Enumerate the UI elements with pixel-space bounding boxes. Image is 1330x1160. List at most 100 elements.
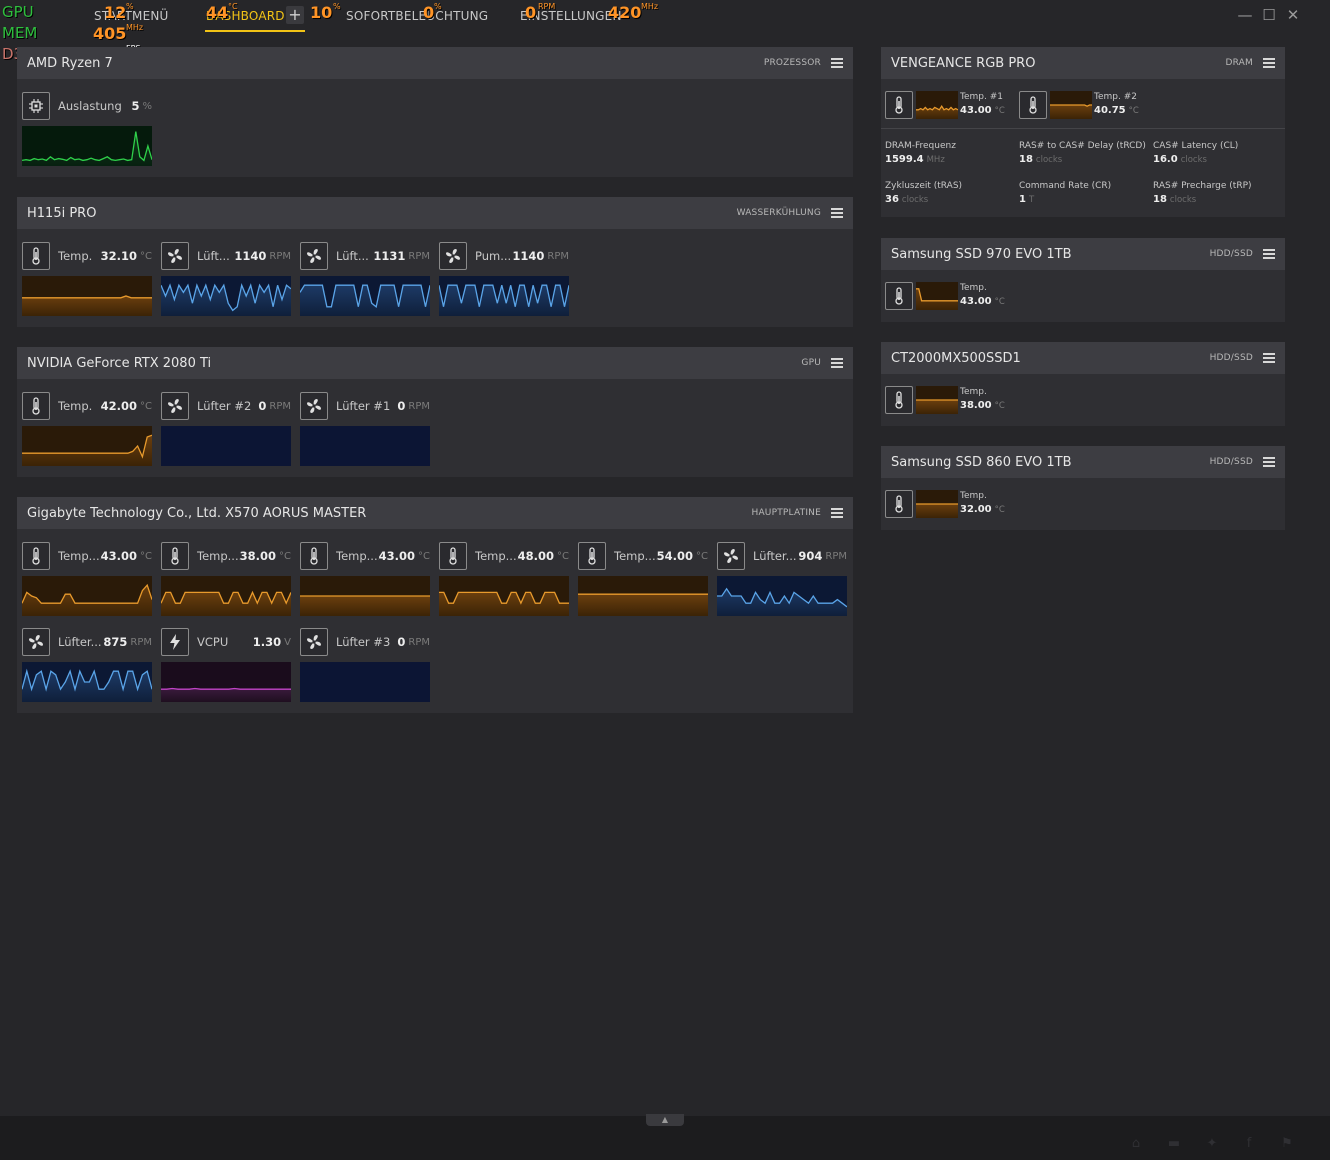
sensor-label: Lüfter... [753, 549, 797, 563]
thermometer-icon [1019, 91, 1047, 119]
minimize-button[interactable]: — [1237, 7, 1253, 23]
hamburger-menu-icon[interactable] [831, 208, 843, 218]
panel-device-type: HDD/SSD [1209, 353, 1253, 363]
spec-value: 18 clocks [1153, 194, 1197, 205]
chat-icon[interactable]: ▬ [1165, 1136, 1183, 1152]
sensor-tile[interactable]: Temp.... 54.00 °C [578, 541, 708, 616]
sensor-label: VCPU [197, 635, 229, 649]
sensor-tile-header: Temp.... 54.00 °C [578, 541, 708, 571]
motherboard-panel: Gigabyte Technology Co., Ltd. X570 AORUS… [17, 497, 853, 713]
maximize-button[interactable]: ☐ [1261, 7, 1277, 23]
ssd-temp-graph [916, 282, 958, 310]
sensor-graph [161, 662, 291, 702]
sensor-tile[interactable]: Auslastung 5 % [22, 91, 152, 166]
graph-area [22, 296, 152, 316]
sensor-tile[interactable]: Temp.... 48.00 °C [439, 541, 569, 616]
panel-device-type: DRAM [1225, 58, 1253, 68]
sensor-unit: °C [140, 400, 152, 412]
ssd-mx500-panel: CT2000MX500SSD1 HDD/SSD Temp. 38.00 °C [881, 342, 1285, 426]
twitter-icon[interactable]: ✦ [1203, 1136, 1221, 1152]
osd-gpu-usage: 12 [104, 3, 127, 22]
sensor-unit: °C [279, 550, 291, 562]
hamburger-menu-icon[interactable] [1263, 457, 1275, 467]
sensor-tile-header: Lüfter... 875 RPM [22, 627, 152, 657]
ssd-970-panel-header: Samsung SSD 970 EVO 1TB HDD/SSD [881, 238, 1285, 270]
sensor-label: Lüft... [197, 249, 230, 263]
sensor-tile[interactable]: Temp.... 38.00 °C [161, 541, 291, 616]
sensor-value: 54.00 [656, 549, 694, 563]
cooler-panel: H115i PRO WASSERKÜHLUNG Temp. 32.10 °C L… [17, 197, 853, 327]
nav-instant-lighting[interactable]: SOFORTBELEUCHTUNG [346, 9, 488, 23]
dram-temp2-value: 40.75 °C [1094, 105, 1139, 116]
sensor-tile[interactable]: Lüfter #2 0 RPM [161, 391, 291, 466]
osd-mem-label: MEM [2, 24, 38, 42]
osd-clock-unit: MHz [641, 2, 659, 11]
fan-icon [161, 242, 189, 270]
osd-value-2-unit: % [333, 2, 341, 11]
graph-area [300, 285, 430, 316]
expand-toggle-button[interactable]: ▲ [646, 1114, 684, 1126]
close-button[interactable]: ✕ [1285, 7, 1301, 23]
sensor-tile[interactable]: Temp.... 43.00 °C [22, 541, 152, 616]
hamburger-menu-icon[interactable] [831, 508, 843, 518]
hamburger-menu-icon[interactable] [831, 58, 843, 68]
sensor-tile-header: Lüfter #2 0 RPM [161, 391, 291, 421]
corsair-logo-icon[interactable]: ⚑ [1278, 1136, 1296, 1152]
sensor-tile-header: Temp.... 43.00 °C [22, 541, 152, 571]
sensor-tile[interactable]: Lüfter... 875 RPM [22, 627, 152, 702]
sensor-unit: °C [696, 550, 708, 562]
sensor-tile[interactable]: Lüft... 1131 RPM [300, 241, 430, 316]
sensor-graph [300, 426, 430, 466]
panel-device-type: WASSERKÜHLUNG [736, 208, 821, 218]
hamburger-menu-icon[interactable] [1263, 249, 1275, 259]
osd-gpu-usage-unit: % [126, 2, 134, 11]
sensor-tile-header: Lüfter #3 0 RPM [300, 627, 430, 657]
hamburger-menu-icon[interactable] [1263, 353, 1275, 363]
spec-label: CAS# Latency (CL) [1153, 141, 1239, 151]
hamburger-menu-icon[interactable] [831, 358, 843, 368]
sensor-tile[interactable]: Lüft... 1140 RPM [161, 241, 291, 316]
osd-mem-clock-unit: MHz [126, 23, 144, 32]
dram-temp1-label: Temp. #1 [960, 92, 1003, 102]
add-dashboard-button[interactable]: + [286, 6, 304, 24]
sensor-tile[interactable]: Temp. 42.00 °C [22, 391, 152, 466]
ssd-temp-graph [916, 490, 958, 518]
osd-fan-unit: RPM [538, 2, 556, 11]
cpu-panel-header: AMD Ryzen 7 PROZESSOR [17, 47, 853, 79]
sensor-tile[interactable]: Temp. 32.10 °C [22, 241, 152, 316]
sensor-tile[interactable]: Temp.... 43.00 °C [300, 541, 430, 616]
sensor-graph [300, 662, 430, 702]
sensor-label: Temp.... [336, 549, 379, 563]
sensor-label: Lüft... [336, 249, 369, 263]
graph-area [300, 596, 430, 616]
sensor-value: 904 [798, 549, 823, 563]
facebook-icon[interactable]: f [1240, 1136, 1258, 1152]
sensor-tile-header: Temp. 42.00 °C [22, 391, 152, 421]
spec-label: RAS# to CAS# Delay (tRCD) [1019, 141, 1146, 151]
sensor-tile-header: Lüft... 1131 RPM [300, 241, 430, 271]
panel-title: Gigabyte Technology Co., Ltd. X570 AORUS… [27, 505, 367, 521]
dram-panel: VENGEANCE RGB PRO DRAM Temp. #1 43.00 °C … [881, 47, 1285, 217]
sensor-tile-header: Pum... 1140 RPM [439, 241, 569, 271]
thermometer-icon [161, 542, 189, 570]
sensor-graph [22, 276, 152, 316]
panel-title: NVIDIA GeForce RTX 2080 Ti [27, 355, 212, 371]
graph-area [916, 504, 958, 518]
spec-value: 1T [1019, 194, 1035, 205]
cpu-chip-icon [22, 92, 50, 120]
sensor-tile[interactable]: Lüfter #1 0 RPM [300, 391, 430, 466]
hamburger-menu-icon[interactable] [1263, 58, 1275, 68]
cpu-panel: AMD Ryzen 7 PROZESSOR Auslastung 5 % [17, 47, 853, 177]
corsair-community-icon[interactable]: ⌂ [1127, 1136, 1145, 1152]
graph-background [300, 426, 430, 466]
cooler-panel-header: H115i PRO WASSERKÜHLUNG [17, 197, 853, 229]
sensor-tile[interactable]: Lüfter #3 0 RPM [300, 627, 430, 702]
thermometer-icon [885, 91, 913, 119]
sensor-graph [22, 576, 152, 616]
sensor-tile[interactable]: VCPU 1.30 V [161, 627, 291, 702]
fan-icon [22, 628, 50, 656]
gpu-panel: NVIDIA GeForce RTX 2080 Ti GPU Temp. 42.… [17, 347, 853, 477]
sensor-tile[interactable]: Pum... 1140 RPM [439, 241, 569, 316]
sensor-tile[interactable]: Lüfter... 904 RPM [717, 541, 847, 616]
ssd-temp-label: Temp. [960, 387, 987, 397]
